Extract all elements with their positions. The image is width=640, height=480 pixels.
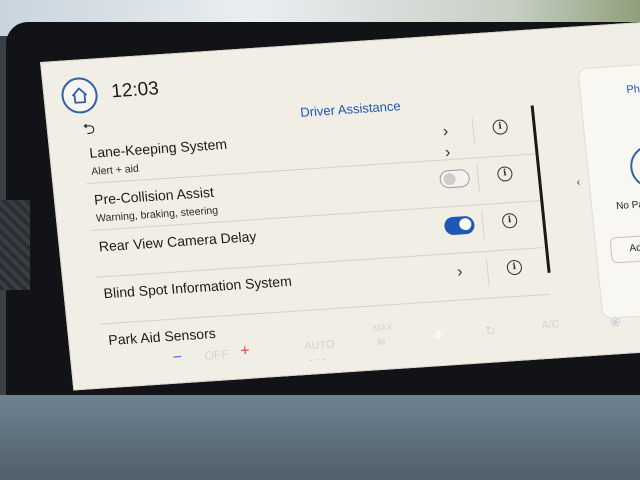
phone-button[interactable] (628, 143, 640, 191)
toggle-knob (443, 172, 457, 185)
max-defrost-icon[interactable]: ≋ (376, 334, 387, 349)
auto-indicator: - - - (308, 353, 327, 367)
info-icon[interactable]: i (506, 259, 523, 276)
divider (471, 117, 476, 146)
chevron-right-icon[interactable]: › (456, 264, 463, 282)
climate-off-label[interactable]: OFF (204, 347, 229, 363)
add-phone-button[interactable]: Add Phon (609, 231, 640, 264)
setting-label: Blind Spot Information System (102, 272, 293, 302)
info-icon[interactable]: i (491, 119, 509, 136)
home-icon (71, 87, 88, 104)
chevron-right-icon[interactable]: › (442, 123, 449, 141)
pre-collision-toggle[interactable] (438, 168, 471, 189)
seat-airflow-icon[interactable]: ⚘ (431, 328, 445, 346)
setting-label: Lane-Keeping System (88, 135, 228, 161)
dashboard-trim (0, 395, 640, 480)
setting-label: Rear View Camera Delay (98, 228, 258, 255)
setting-sublabel: Warning, braking, steering (95, 204, 219, 225)
setting-label: Pre-Collision Assist (93, 183, 215, 208)
info-icon[interactable]: i (501, 212, 518, 229)
climate-auto-button[interactable]: AUTO (304, 338, 335, 352)
panel-title: Pho (625, 82, 640, 97)
toggle-knob (458, 217, 472, 231)
recirculation-icon[interactable]: ↻ (485, 323, 496, 338)
info-icon[interactable]: i (496, 165, 514, 182)
temp-up-button[interactable]: + (240, 342, 251, 361)
phone-status: No Paired P (615, 198, 640, 213)
fan-icon[interactable]: ❀ (609, 313, 622, 331)
divider (481, 211, 485, 239)
clock: 12:03 (110, 78, 160, 103)
divider (476, 164, 481, 193)
temp-down-button[interactable]: − (172, 349, 183, 368)
max-defrost-label: MAX (372, 321, 393, 334)
ac-button[interactable]: A/C (541, 318, 560, 331)
setting-sublabel: Alert + aid (90, 162, 140, 178)
vent-grille (0, 200, 30, 290)
chevron-left-icon[interactable]: ‹ (576, 176, 581, 188)
divider (485, 257, 490, 286)
phone-panel: Pho No Paired P Add Phon (577, 60, 640, 320)
home-button[interactable] (59, 76, 100, 115)
rear-camera-delay-toggle[interactable] (443, 215, 476, 236)
